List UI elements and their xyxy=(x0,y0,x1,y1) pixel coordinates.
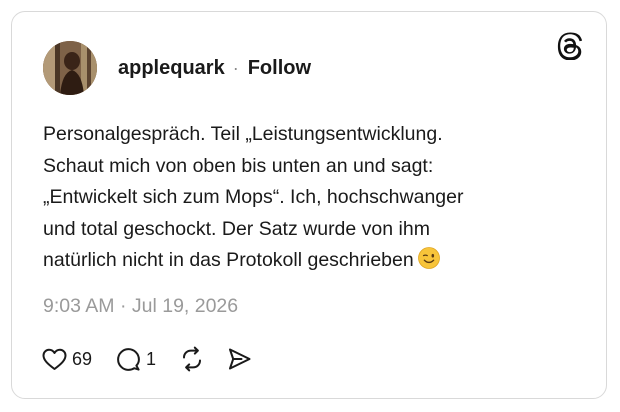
post-text-line: und total geschockt. Der Satz wurde von … xyxy=(43,217,430,240)
follow-button[interactable]: Follow xyxy=(248,57,311,80)
send-icon xyxy=(227,347,252,371)
comment-icon xyxy=(116,347,141,372)
avatar[interactable] xyxy=(43,41,97,95)
header-separator: · xyxy=(232,58,239,78)
post-text-line: Schaut mich von oben bis unten an und sa… xyxy=(43,154,434,177)
like-button[interactable]: 69 xyxy=(42,348,92,371)
repost-button[interactable] xyxy=(179,346,205,372)
username[interactable]: applequark xyxy=(118,57,225,80)
post-text-line: natürlich nicht in das Protokoll geschri… xyxy=(43,249,414,271)
reply-button[interactable]: 1 xyxy=(116,347,156,372)
like-count: 69 xyxy=(72,348,93,369)
reply-count: 1 xyxy=(146,348,157,369)
threads-logo-icon[interactable] xyxy=(557,32,585,61)
share-button[interactable] xyxy=(227,347,252,371)
post-text-line: Personalgespräch. Teil „Leistungsentwick… xyxy=(43,123,443,145)
heart-icon xyxy=(42,348,67,371)
post-timestamp[interactable]: 9:03 AM · Jul 19, 2026 xyxy=(43,295,238,318)
post-header: applequark · Follow xyxy=(118,57,311,80)
avatar-image xyxy=(43,41,97,95)
post-card: applequark · Follow Personalgespräch. Te… xyxy=(11,11,607,399)
winking-face-emoji xyxy=(417,247,440,269)
post-text-line: „Entwickelt sich zum Mops“. Ich, hochsch… xyxy=(43,186,464,208)
post-text: Personalgespräch. Teil „Leistungsentwick… xyxy=(43,119,583,277)
repost-icon xyxy=(179,346,205,372)
action-bar: 69 1 xyxy=(42,345,252,373)
